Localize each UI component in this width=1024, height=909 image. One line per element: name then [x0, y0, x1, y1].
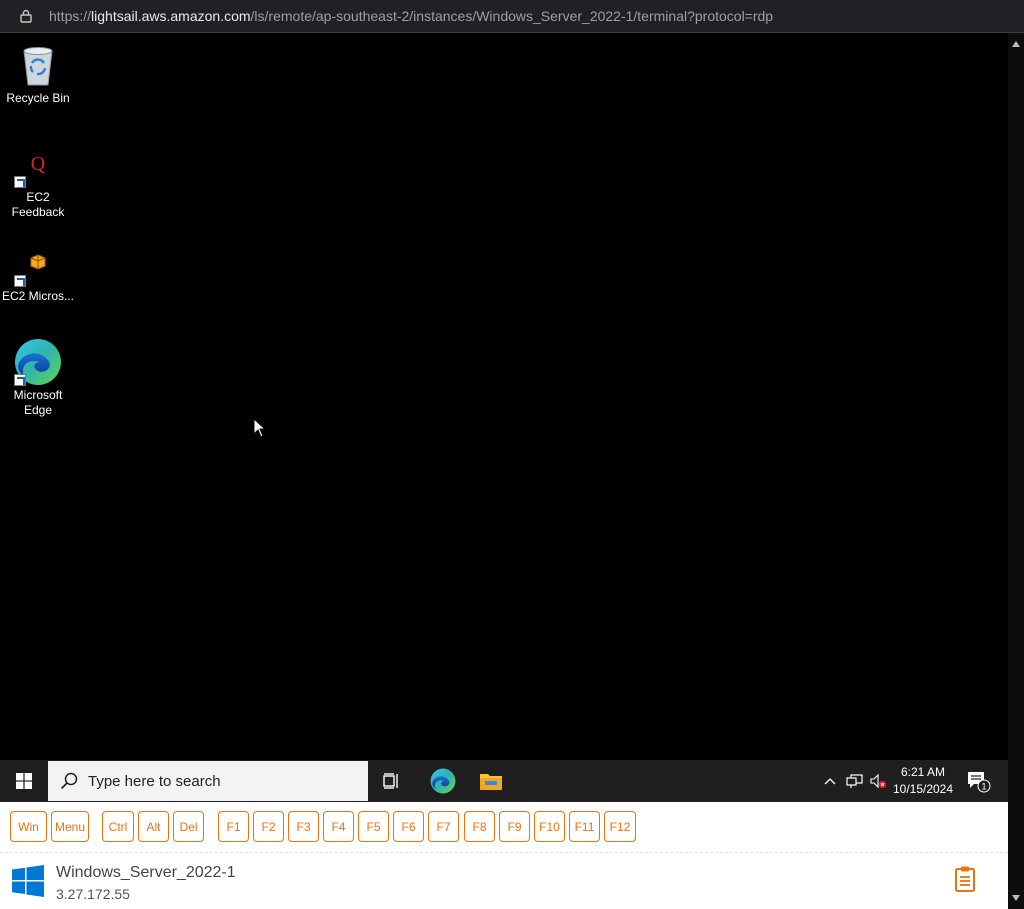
- key-alt-button[interactable]: Alt: [138, 811, 169, 842]
- clock-time: 6:21 AM: [900, 765, 946, 779]
- url-text[interactable]: https://lightsail.aws.amazon.com/ls/remo…: [49, 8, 773, 24]
- notifications-icon: 1: [968, 772, 991, 793]
- instance-name: Windows_Server_2022-1: [56, 864, 236, 881]
- key-f9-button[interactable]: F9: [499, 811, 530, 842]
- shortcut-arrow-icon: [14, 275, 26, 287]
- browser-address-bar[interactable]: https://lightsail.aws.amazon.com/ls/remo…: [0, 0, 1024, 33]
- start-button[interactable]: [0, 760, 48, 802]
- mouse-pointer-icon: [253, 418, 267, 438]
- lock-icon: [20, 9, 32, 23]
- key-f2-button[interactable]: F2: [253, 811, 284, 842]
- windows-start-icon: [16, 773, 32, 789]
- file-explorer-icon: [480, 774, 502, 790]
- instance-footer: Windows_Server_2022-1 3.27.172.55: [0, 853, 1008, 909]
- show-hidden-icons-button[interactable]: [821, 760, 839, 802]
- vertical-scrollbar[interactable]: [1008, 33, 1024, 909]
- key-f7-button[interactable]: F7: [428, 811, 459, 842]
- key-ctrl-button[interactable]: Ctrl: [102, 811, 134, 842]
- ec2-microsoft-icon: [14, 239, 62, 287]
- keyboard-shortcut-toolbar: Win Menu Ctrl Alt Del F1 F2 F3 F4 F5 F6 …: [0, 802, 1008, 853]
- key-menu-button[interactable]: Menu: [51, 811, 89, 842]
- taskbar-edge-button[interactable]: [419, 760, 467, 802]
- task-view-button[interactable]: [368, 760, 416, 802]
- desktop-icon-recycle-bin[interactable]: Recycle Bin: [0, 41, 76, 106]
- volume-tray-button[interactable]: [868, 760, 888, 802]
- edge-icon: [430, 768, 456, 794]
- recycle-bin-icon: [14, 41, 62, 89]
- notification-count: 1: [981, 782, 986, 792]
- desktop-icon-label: Recycle Bin: [6, 91, 70, 105]
- edge-icon: [14, 338, 62, 386]
- key-del-button[interactable]: Del: [173, 811, 204, 842]
- taskbar-clock[interactable]: 6:21 AM 10/15/2024: [888, 764, 958, 798]
- clipboard-icon[interactable]: [954, 865, 976, 893]
- key-f12-button[interactable]: F12: [604, 811, 636, 842]
- key-f11-button[interactable]: F11: [569, 811, 600, 842]
- key-f5-button[interactable]: F5: [358, 811, 389, 842]
- chevron-up-icon: [824, 778, 836, 785]
- remote-desktop[interactable]: Recycle Bin Q EC2 Feedback EC2 Micros...: [0, 33, 1008, 760]
- taskbar-file-explorer-button[interactable]: [467, 760, 515, 802]
- scroll-up-arrow-icon[interactable]: [1012, 41, 1020, 47]
- clock-date: 10/15/2024: [892, 782, 954, 796]
- key-f6-button[interactable]: F6: [393, 811, 424, 842]
- key-f1-button[interactable]: F1: [218, 811, 249, 842]
- taskbar-search-box[interactable]: Type here to search: [48, 761, 368, 801]
- desktop-icon-label: EC2 Feedback: [11, 190, 65, 219]
- desktop-icon-label: EC2 Micros...: [1, 289, 74, 303]
- desktop-icon-microsoft-edge[interactable]: Microsoft Edge: [0, 338, 76, 418]
- shortcut-arrow-icon: [14, 176, 26, 188]
- network-icon: [846, 774, 863, 788]
- desktop-icon-ec2-feedback[interactable]: Q EC2 Feedback: [0, 140, 76, 220]
- svg-text:Q: Q: [31, 153, 46, 175]
- action-center-button[interactable]: 1: [962, 760, 994, 802]
- search-placeholder: Type here to search: [88, 772, 221, 790]
- key-f3-button[interactable]: F3: [288, 811, 319, 842]
- url-host: lightsail.aws.amazon.com: [91, 8, 251, 24]
- desktop-icon-label: Microsoft Edge: [13, 388, 63, 417]
- instance-ip-address: 3.27.172.55: [56, 886, 130, 902]
- windows-logo-icon: [12, 865, 44, 897]
- ec2-feedback-icon: Q: [14, 140, 62, 188]
- url-scheme: https://: [49, 8, 92, 24]
- key-win-button[interactable]: Win: [10, 811, 47, 842]
- search-icon: [60, 772, 78, 790]
- key-f10-button[interactable]: F10: [534, 811, 565, 842]
- url-path: /ls/remote/ap-southeast-2/instances/Wind…: [250, 8, 774, 24]
- key-f4-button[interactable]: F4: [323, 811, 354, 842]
- network-tray-button[interactable]: [845, 760, 865, 802]
- key-f8-button[interactable]: F8: [464, 811, 495, 842]
- desktop-icon-ec2-microsoft[interactable]: EC2 Micros...: [0, 239, 76, 304]
- task-view-icon: [383, 773, 398, 789]
- volume-muted-icon: [870, 773, 887, 789]
- scroll-down-arrow-icon[interactable]: [1012, 895, 1020, 901]
- windows-taskbar: Type here to search 6:21 AM 10/15/2024 1: [0, 760, 1008, 802]
- shortcut-arrow-icon: [14, 374, 26, 386]
